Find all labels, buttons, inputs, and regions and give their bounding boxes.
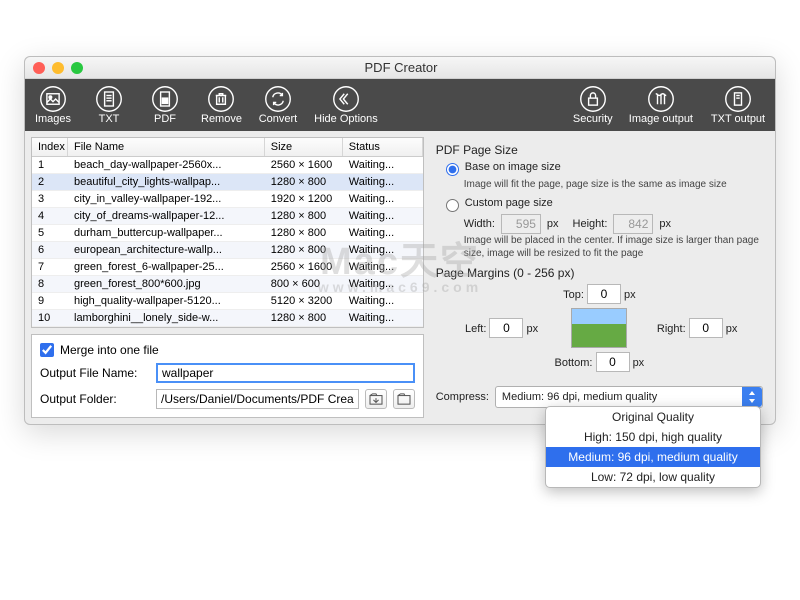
table-row[interactable]: 1beach_day-wallpaper-2560x...2560 × 1600… (32, 157, 423, 174)
table-row[interactable]: 10lamborghini__lonely_side-w...1280 × 80… (32, 310, 423, 327)
margin-right-input[interactable] (689, 318, 723, 338)
titlebar: PDF Creator (25, 57, 775, 79)
col-status[interactable]: Status (343, 138, 423, 156)
output-panel: Merge into one file Output File Name: Ou… (31, 334, 424, 418)
base-on-image-radio[interactable] (446, 163, 459, 176)
table-row[interactable]: 8green_forest_800*600.jpg800 × 600Waitin… (32, 276, 423, 293)
custom-size-label: Custom page size (465, 197, 553, 209)
custom-width-input[interactable] (501, 214, 541, 234)
pdf-button[interactable]: PDF (137, 83, 193, 127)
table-row[interactable]: 2beautiful_city_lights-wallpap...1280 × … (32, 174, 423, 191)
options-panel: PDF Page Size Base on image size Image w… (430, 137, 769, 418)
output-name-label: Output File Name: (40, 366, 150, 380)
margins-title: Page Margins (0 - 256 px) (436, 266, 763, 280)
folder-icon (397, 393, 411, 405)
custom-height-input[interactable] (613, 214, 653, 234)
col-filename[interactable]: File Name (68, 138, 265, 156)
table-row[interactable]: 4city_of_dreams-wallpaper-12...1280 × 80… (32, 208, 423, 225)
table-row[interactable]: 3city_in_valley-wallpaper-192...1920 × 1… (32, 191, 423, 208)
output-folder-input[interactable] (156, 389, 359, 409)
table-row[interactable]: 5durham_buttercup-wallpaper...1280 × 800… (32, 225, 423, 242)
window-title: PDF Creator (35, 60, 767, 75)
chevron-left-icon (332, 85, 360, 113)
table-header: Index File Name Size Status (32, 138, 423, 157)
hide-options-button[interactable]: Hide Options (306, 83, 386, 127)
lock-icon (579, 85, 607, 113)
image-output-icon (647, 85, 675, 113)
output-folder-label: Output Folder: (40, 392, 150, 406)
table-row[interactable]: 6european_architecture-wallp...1280 × 80… (32, 242, 423, 259)
custom-size-radio[interactable] (446, 199, 459, 212)
merge-checkbox[interactable] (40, 343, 54, 357)
chevron-updown-icon (742, 387, 762, 407)
txt-button[interactable]: TXT (81, 83, 137, 127)
col-index[interactable]: Index (32, 138, 68, 156)
pdf-icon (151, 85, 179, 113)
compress-option[interactable]: Low: 72 dpi, low quality (546, 467, 760, 487)
base-on-image-label: Base on image size (465, 161, 561, 173)
browse-folder-button[interactable] (393, 389, 415, 409)
txt-icon (95, 85, 123, 113)
images-icon (39, 85, 67, 113)
margin-top-input[interactable] (587, 284, 621, 304)
compress-dropdown: Original Quality High: 150 dpi, high qua… (545, 406, 761, 488)
file-table: Index File Name Size Status 1beach_day-w… (31, 137, 424, 328)
compress-option[interactable]: High: 150 dpi, high quality (546, 427, 760, 447)
margin-bottom-input[interactable] (596, 352, 630, 372)
table-row[interactable]: 7green_forest_6-wallpaper-25...2560 × 16… (32, 259, 423, 276)
security-button[interactable]: Security (565, 83, 621, 127)
custom-desc: Image will be placed in the center. If i… (464, 234, 763, 260)
margin-left-input[interactable] (489, 318, 523, 338)
compress-label: Compress: (436, 391, 489, 403)
pagesize-title: PDF Page Size (436, 143, 763, 157)
merge-label: Merge into one file (60, 343, 159, 357)
image-output-button[interactable]: Image output (621, 83, 701, 127)
txt-output-icon (724, 85, 752, 113)
reveal-folder-button[interactable] (365, 389, 387, 409)
images-button[interactable]: Images (25, 83, 81, 127)
remove-button[interactable]: Remove (193, 83, 250, 127)
trash-icon (207, 85, 235, 113)
col-size[interactable]: Size (265, 138, 343, 156)
convert-icon (264, 85, 292, 113)
compress-select[interactable]: Medium: 96 dpi, medium quality (495, 386, 763, 408)
base-desc: Image will fit the page, page size is th… (464, 178, 763, 191)
margin-preview-thumb (571, 308, 627, 348)
compress-option[interactable]: Original Quality (546, 407, 760, 427)
output-name-input[interactable] (156, 363, 415, 383)
app-window: PDF Creator Images TXT PDF Remove Conver… (24, 56, 776, 425)
convert-button[interactable]: Convert (250, 83, 306, 127)
txt-output-button[interactable]: TXT output (701, 83, 775, 127)
compress-option[interactable]: Medium: 96 dpi, medium quality (546, 447, 760, 467)
table-row[interactable]: 9high_quality-wallpaper-5120...5120 × 32… (32, 293, 423, 310)
toolbar: Images TXT PDF Remove Convert Hide Optio… (25, 79, 775, 131)
reveal-icon (369, 393, 383, 405)
